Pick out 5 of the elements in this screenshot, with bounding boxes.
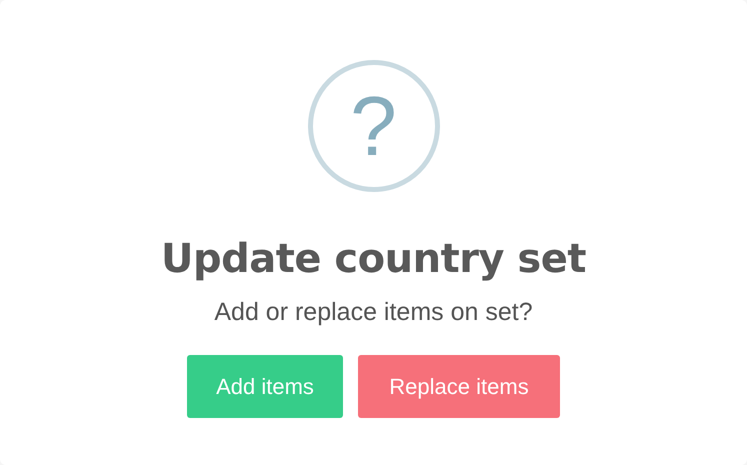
question-icon: ? [308, 60, 440, 192]
replace-button[interactable]: Replace items [358, 355, 560, 418]
dialog-title: Update country set [161, 236, 586, 282]
add-button[interactable]: Add items [187, 355, 343, 418]
dialog-message: Add or replace items on set? [214, 298, 533, 327]
